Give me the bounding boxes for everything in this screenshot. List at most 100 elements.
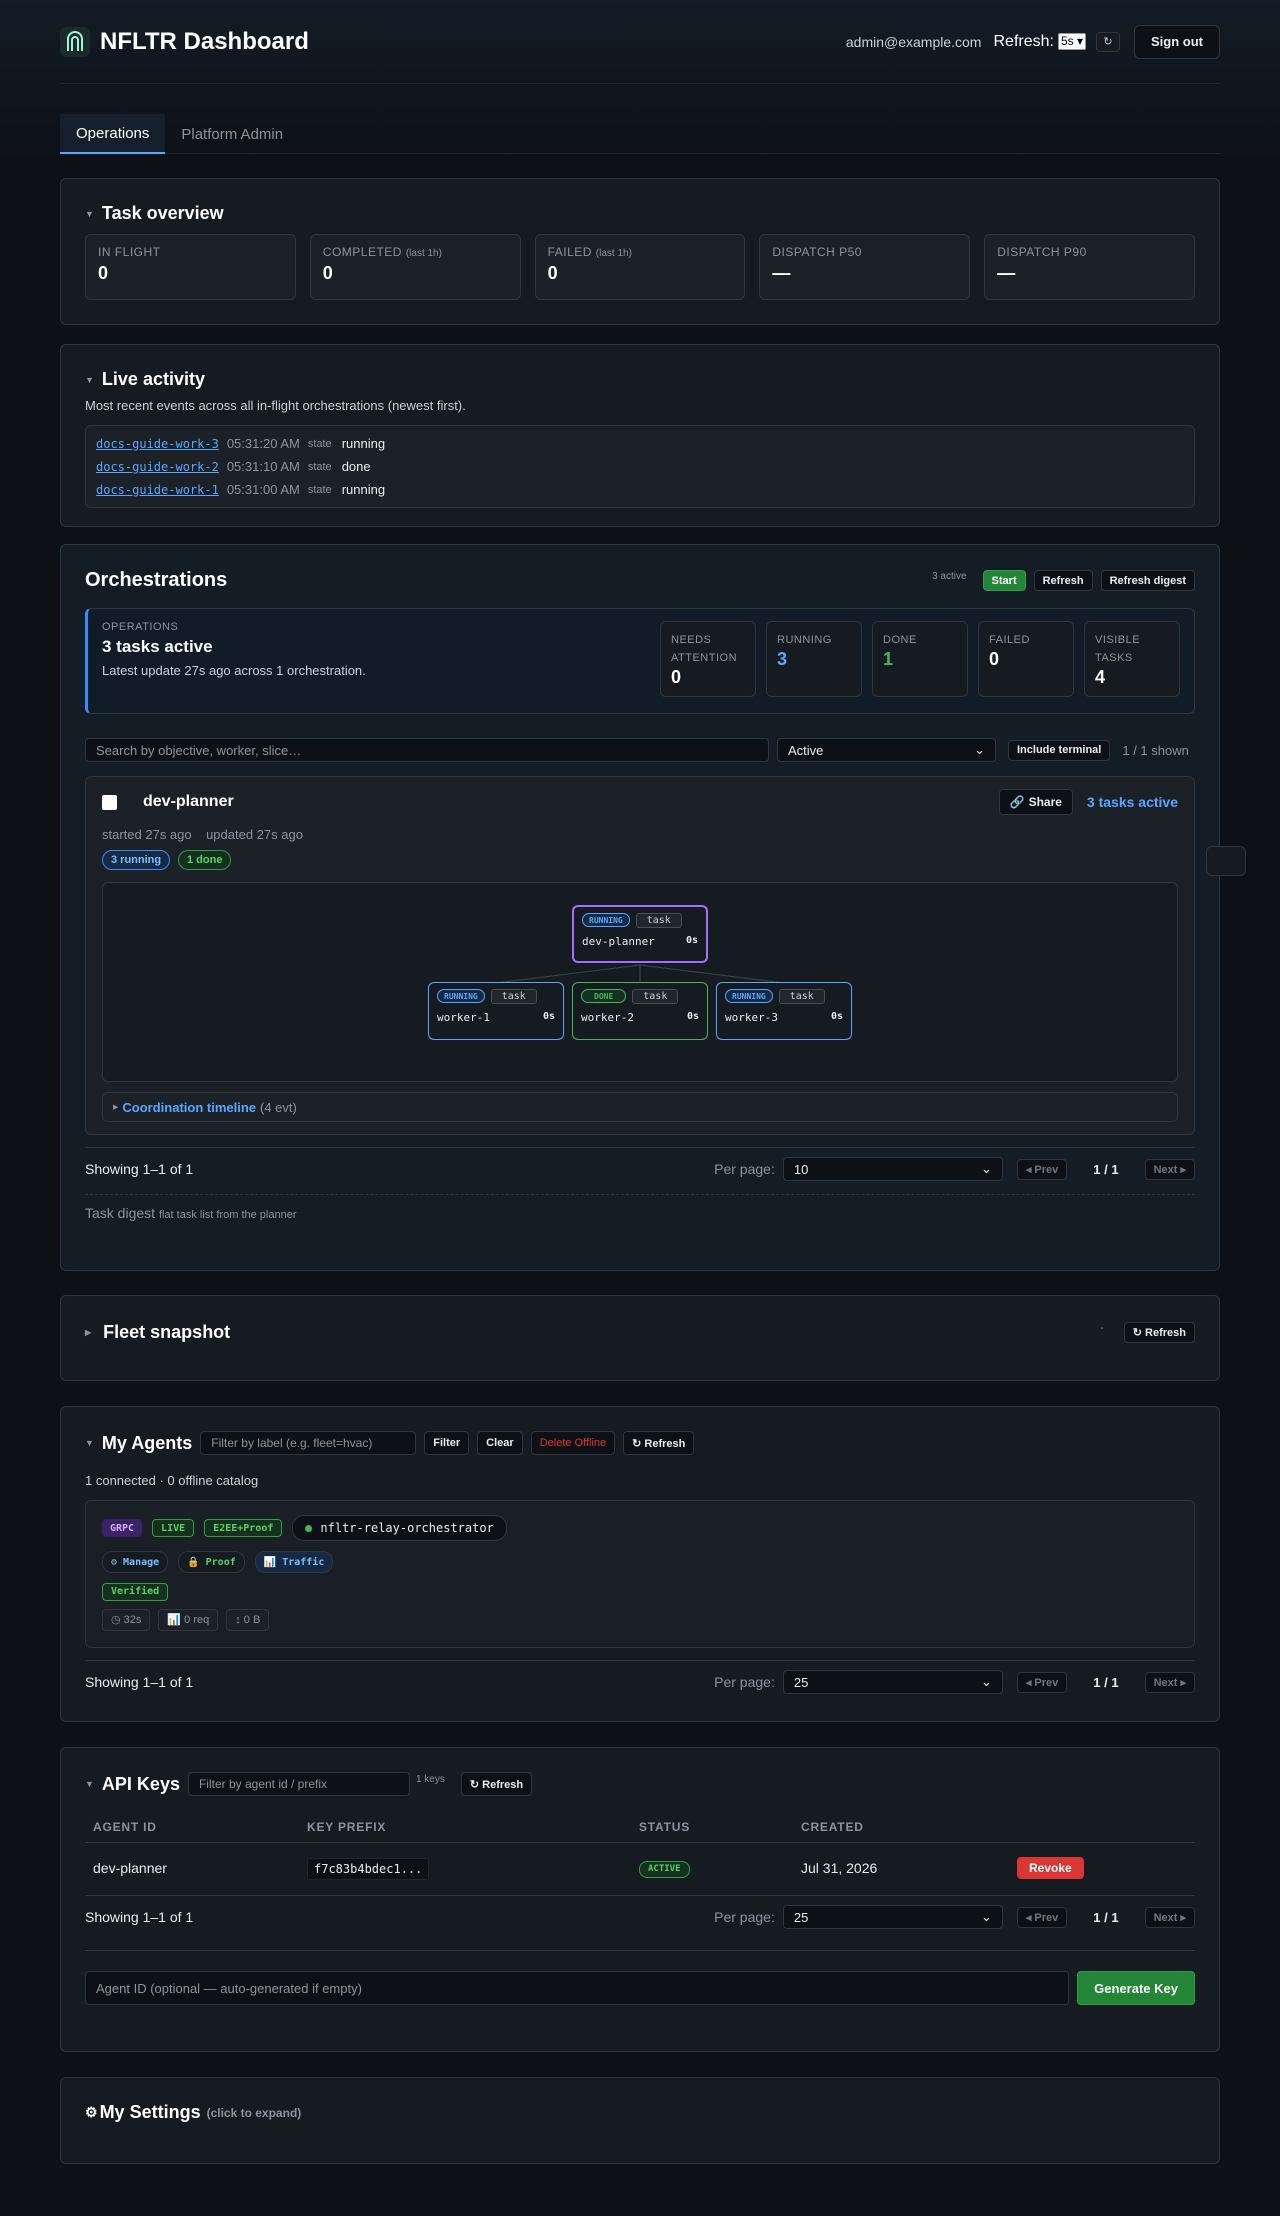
orchestrations-panel: Orchestrations 3 active Start Refresh Re… — [60, 544, 1220, 1271]
key-filter-input[interactable]: Filter by agent id / prefix — [187, 1772, 410, 1796]
task-digest[interactable]: Task digest flat task list from the plan… — [85, 1205, 1195, 1221]
floating-toggle-button[interactable] — [1206, 846, 1246, 876]
tab-bar: Operations Platform Admin — [60, 114, 1220, 154]
per-page-select[interactable]: 25 ⌄ — [782, 1670, 1003, 1694]
status-filter-select[interactable]: Active ⌄ — [777, 738, 996, 762]
mini-failed: FAILED 0 — [978, 621, 1074, 697]
collapse-icon: ▼ — [85, 1779, 94, 1789]
link-icon: 🔗 — [1009, 795, 1025, 809]
clear-button[interactable]: Clear — [477, 1431, 523, 1455]
running-pill: 3 running — [102, 850, 171, 870]
collapse-icon: ▼ — [85, 208, 94, 219]
list-item: docs-guide-work-3 05:31:20 AM state running — [96, 436, 386, 451]
generate-key-button[interactable]: Generate Key — [1077, 1971, 1195, 2005]
proof-button[interactable]: 🔒 Proof — [178, 1551, 245, 1573]
stat-failed: FAILED (last 1h) 0 — [534, 234, 746, 300]
task-node[interactable]: RUNNING task worker-1 0s — [428, 982, 564, 1040]
share-button[interactable]: 🔗 Share — [998, 789, 1073, 815]
activity-list: docs-guide-work-3 05:31:20 AM state running… — [85, 425, 1195, 508]
revoke-button[interactable]: Revoke — [1017, 1857, 1084, 1879]
label-filter-input[interactable]: Filter by label (e.g. fleet=hvac) — [200, 1431, 417, 1455]
agent-name-chip[interactable]: nfltr-relay-orchestrator — [292, 1515, 507, 1541]
api-keys-panel: ▼ API Keys Filter by agent id / prefix 1 … — [60, 1747, 1220, 2052]
orchestration-link[interactable]: docs-guide-work-2 — [96, 460, 219, 474]
mini-running: RUNNING 3 — [766, 621, 862, 697]
start-button[interactable]: Start — [982, 570, 1026, 591]
refresh-now-button[interactable]: ↻ — [1096, 31, 1120, 52]
tab-operations[interactable]: Operations — [60, 114, 166, 154]
per-page-select[interactable]: 10 ⌄ — [782, 1157, 1003, 1181]
my-settings-panel[interactable]: ⚙ My Settings (click to expand) — [60, 2077, 1220, 2164]
next-page-button[interactable]: Next ▸ — [1144, 1906, 1195, 1928]
agents-pagination: Showing 1–1 of 1 Per page: 25 ⌄ ◂ Prev 1 … — [85, 1665, 1195, 1699]
shown-count: 1 / 1 shown — [1122, 742, 1189, 758]
filter-button[interactable]: Filter — [424, 1431, 470, 1455]
list-item: docs-guide-work-2 05:31:10 AM state done — [96, 459, 371, 474]
live-badge: LIVE — [152, 1519, 195, 1537]
keys-pagination: Showing 1–1 of 1 Per page: 25 ⌄ ◂ Prev 1 … — [85, 1900, 1195, 1934]
delete-offline-button[interactable]: Delete Offline — [530, 1431, 616, 1455]
task-node[interactable]: RUNNING task dev-planner 0s — [572, 905, 708, 963]
fleet-refresh-button[interactable]: ↻ Refresh — [1123, 1322, 1195, 1343]
list-item: docs-guide-work-1 05:31:00 AM state running — [96, 482, 386, 497]
keys-refresh-button[interactable]: ↻ Refresh — [460, 1772, 533, 1796]
task-node[interactable]: DONE task worker-2 0s — [572, 982, 708, 1040]
orchestration-status: 3 tasks active — [1086, 794, 1178, 810]
prev-page-button[interactable]: ◂ Prev — [1016, 1671, 1068, 1693]
orchestration-link[interactable]: docs-guide-work-1 — [96, 483, 219, 497]
stat-dispatch-p50: DISPATCH P50— — [759, 234, 971, 300]
chevron-down-icon: ⌄ — [980, 1674, 992, 1689]
expand-icon: ▶ — [85, 1328, 92, 1337]
agent-id-input[interactable]: Agent ID (optional — auto-generated if e… — [85, 1971, 1070, 2005]
operations-summary: OPERATIONS 3 tasks active Latest update … — [85, 608, 1195, 714]
fleet-snapshot-header[interactable]: ▶ Fleet snapshot — [85, 1322, 230, 1343]
manage-button[interactable]: ⚙ Manage — [102, 1551, 169, 1573]
refresh-button[interactable]: Refresh — [1033, 570, 1093, 591]
prev-page-button[interactable]: ◂ Prev — [1016, 1158, 1068, 1180]
task-node[interactable]: RUNNING task worker-3 0s — [716, 982, 852, 1040]
header: NFLTR Dashboard admin@example.com Refres… — [60, 0, 1220, 84]
logo-icon — [60, 26, 90, 57]
ops-headline: 3 tasks active — [102, 637, 213, 656]
sign-out-button[interactable]: Sign out — [1134, 24, 1220, 59]
live-activity-subtitle: Most recent events across all in-flight … — [85, 398, 466, 413]
next-page-button[interactable]: Next ▸ — [1144, 1671, 1195, 1693]
coordination-timeline-toggle[interactable]: ▶ Coordination timeline (4 evt) — [102, 1092, 1178, 1122]
page-title: NFLTR Dashboard — [100, 27, 309, 55]
live-activity-header[interactable]: ▼ Live activity — [85, 369, 1195, 390]
status-badge: ACTIVE — [639, 1860, 690, 1878]
select-checkbox[interactable] — [102, 794, 117, 810]
live-activity-panel: ▼ Live activity Most recent events across… — [60, 344, 1220, 527]
my-agents-header[interactable]: ▼ My Agents — [85, 1433, 192, 1454]
expand-icon: ▶ — [113, 1104, 119, 1111]
prev-page-button[interactable]: ◂ Prev — [1016, 1906, 1068, 1928]
task-overview-panel: ▼ Task overview IN FLIGHT 0 COMPLETED (las… — [60, 178, 1220, 325]
api-keys-header[interactable]: ▼ API Keys — [85, 1774, 180, 1795]
my-agents-panel: ▼ My Agents Filter by label (e.g. fleet=h… — [60, 1406, 1220, 1722]
collapse-icon: ▼ — [85, 1438, 94, 1448]
next-page-button[interactable]: Next ▸ — [1144, 1158, 1195, 1180]
stat-completed: COMPLETED (last 1h) 0 — [309, 234, 521, 300]
per-page-select[interactable]: 25 ⌄ — [782, 1905, 1003, 1929]
active-count: 3 active — [932, 571, 967, 582]
include-terminal-button[interactable]: Include terminal — [1008, 739, 1111, 761]
refresh-interval-select[interactable]: 5s ▾ — [1057, 33, 1086, 50]
orchestration-name: dev-planner — [143, 793, 234, 810]
tab-platform-admin[interactable]: Platform Admin — [165, 114, 299, 154]
agents-refresh-button[interactable]: ↻ Refresh — [623, 1431, 695, 1455]
done-pill: 1 done — [178, 850, 232, 870]
grpc-badge: GRPC — [102, 1519, 143, 1537]
agent-card: GRPC LIVE E2EE+Proof nfltr-relay-orchest… — [85, 1500, 1195, 1648]
stat-dispatch-p90: DISPATCH P90— — [984, 234, 1195, 300]
task-overview-header[interactable]: ▼ Task overview — [85, 203, 1195, 224]
orchestration-link[interactable]: docs-guide-work-3 — [96, 437, 219, 451]
e2ee-badge: E2EE+Proof — [204, 1519, 283, 1537]
orchestration-card: dev-planner 🔗 Share 3 tasks active starte… — [85, 776, 1195, 1135]
traffic-button[interactable]: 📊 Traffic — [254, 1551, 334, 1573]
collapse-icon: ▼ — [85, 374, 94, 385]
verified-badge: Verified — [102, 1582, 169, 1601]
search-input[interactable]: Search by objective, worker, slice… — [85, 738, 769, 762]
refresh-digest-button[interactable]: Refresh digest — [1100, 570, 1195, 591]
key-count: 1 keys — [415, 1773, 445, 1785]
chevron-down-icon: ⌄ — [980, 1909, 992, 1924]
